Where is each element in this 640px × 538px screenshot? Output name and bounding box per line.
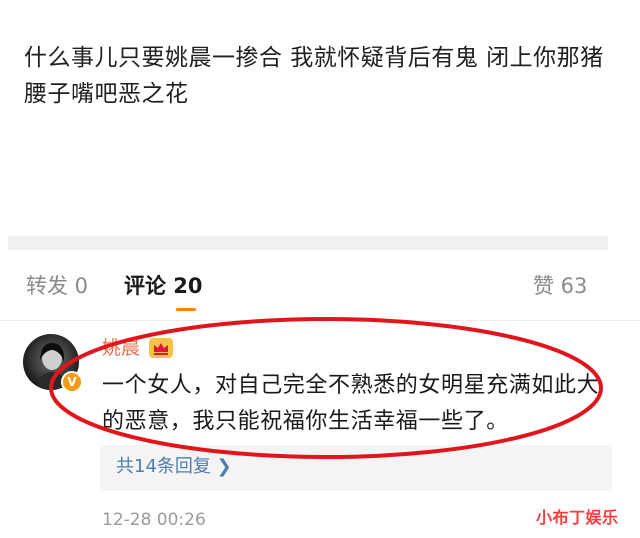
replies-box[interactable]: 共14条回复 ❯ [100,445,612,491]
section-divider [8,236,608,250]
tab-repost[interactable]: 转发 0 [26,272,88,300]
active-tab-indicator [176,308,196,311]
comment-timestamp: 12-28 00:26 [102,510,206,530]
post-text: 什么事儿只要姚晨一掺合 我就怀疑背后有鬼 闭上你那猪腰子嘴吧恶之花 [24,45,604,107]
interaction-tabs: 转发 0 评论 20 赞 63 [0,262,640,312]
verified-icon: V [61,371,83,393]
tab-comments[interactable]: 评论 20 [124,272,203,300]
crown-icon [149,338,173,358]
comment-text: 一个女人，对自己完全不熟悉的女明星充满如此大的恶意，我只能祝福你生活幸福一些了。 [102,373,600,434]
comment-username[interactable]: 姚晨 [102,336,140,360]
tab-likes[interactable]: 赞 63 [533,272,587,300]
view-replies-link[interactable]: 共14条回复 ❯ [116,454,232,480]
watermark: 小布丁娱乐 [536,508,619,527]
tabs-divider [0,320,640,321]
